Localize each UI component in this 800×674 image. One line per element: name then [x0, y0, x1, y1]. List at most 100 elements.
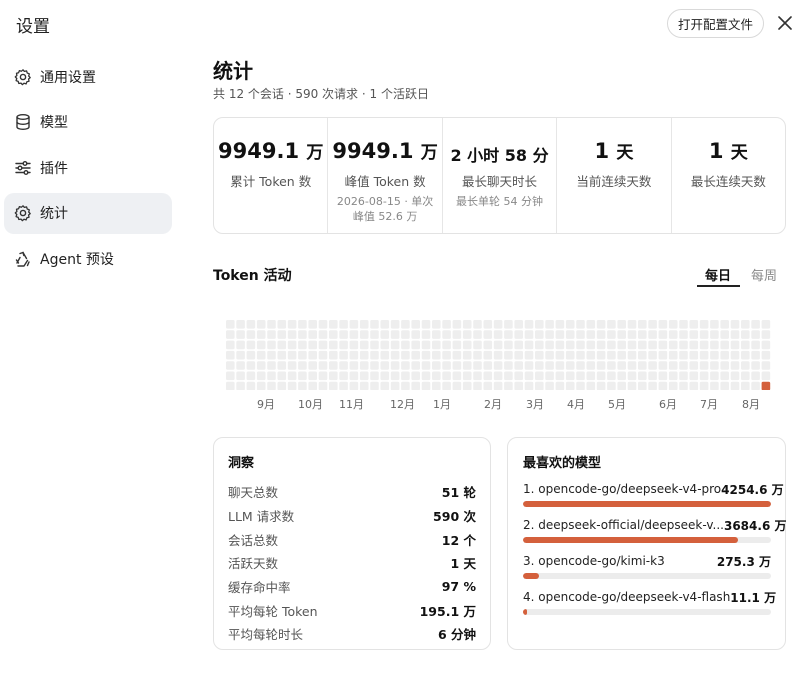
- heatmap-cell: [607, 340, 616, 350]
- heatmap-cell: [483, 381, 493, 390]
- heatmap-cell: [483, 320, 493, 329]
- heatmap-cell: [493, 330, 503, 339]
- tab-weekly[interactable]: 每周: [751, 265, 777, 284]
- heatmap-cell: [236, 371, 245, 381]
- heatmap-cell: [679, 340, 688, 350]
- heatmap-cell: [339, 361, 348, 370]
- heatmap-cell: [607, 371, 616, 381]
- stat-longest-streak: 1 天 最长连续天数: [672, 118, 785, 233]
- sidebar-item-agent-presets[interactable]: Agent 预设: [4, 238, 172, 279]
- heatmap-cell: [617, 371, 626, 381]
- heatmap-cell: [493, 371, 503, 381]
- insight-row: 聊天总数 51 轮: [228, 480, 476, 504]
- heatmap-cell: [679, 320, 688, 329]
- heatmap-cell: [432, 340, 441, 350]
- heatmap-cell: [524, 350, 534, 360]
- heatmap-cell: [246, 361, 256, 370]
- heatmap-cell: [493, 381, 503, 390]
- insight-value: 12 个: [441, 532, 476, 548]
- heatmap-cell: [349, 350, 359, 360]
- heatmap-cell: [349, 381, 359, 390]
- heatmap-cell: [411, 371, 420, 381]
- stat-unit: 天: [730, 143, 748, 163]
- heatmap-cell: [638, 320, 647, 329]
- heatmap-cell: [298, 340, 307, 350]
- heatmap-cell: [720, 340, 729, 350]
- heatmap-cell: [545, 330, 554, 339]
- heatmap-cell: [648, 330, 657, 339]
- heatmap-cell: [339, 371, 348, 381]
- stat-label: 累计 Token 数: [230, 174, 312, 189]
- heatmap-cell: [298, 320, 307, 329]
- heatmap-cell: [421, 361, 431, 370]
- heatmap-cell: [761, 320, 771, 329]
- heatmap-cell: [535, 361, 544, 370]
- heatmap-cell: [277, 320, 287, 329]
- heatmap-cell: [504, 371, 513, 381]
- heatmap-cell: [565, 340, 575, 350]
- heatmap-cell: [380, 381, 390, 390]
- model-row: 4. opencode-go/deepseek-v4-flash 11.1 万: [523, 588, 776, 615]
- stat-unit: 万: [420, 143, 438, 163]
- heatmap-cell: [658, 330, 668, 339]
- close-icon[interactable]: [775, 13, 795, 33]
- model-usage-bar: [523, 609, 771, 615]
- heatmap-cell: [226, 361, 235, 370]
- heatmap-cell: [565, 320, 575, 329]
- stat-label: 最长连续天数: [690, 174, 766, 189]
- sidebar-item-label: 统计: [40, 206, 68, 222]
- heatmap-cell: [720, 320, 729, 329]
- heatmap-cell: [339, 340, 348, 350]
- sidebar-item-models[interactable]: 模型: [4, 102, 172, 143]
- heatmap-cell: [730, 350, 740, 360]
- model-amount: 11.1 万: [730, 590, 777, 605]
- stat-label: 峰值 Token 数: [344, 174, 426, 189]
- insight-value: 195.1 万: [419, 603, 476, 619]
- heatmap-cell: [432, 330, 441, 339]
- sidebar-item-label: 插件: [40, 160, 68, 177]
- heatmap-cell: [329, 350, 338, 360]
- heatmap-cell: [638, 371, 647, 381]
- heatmap-cell: [256, 350, 266, 360]
- heatmap-cell: [576, 340, 585, 350]
- heatmap-cell: [483, 350, 493, 360]
- heatmap-cell: [318, 330, 328, 339]
- heatmap-cell: [329, 381, 338, 390]
- sidebar-item-statistics[interactable]: 统计: [4, 192, 172, 234]
- heatmap-cell: [555, 381, 565, 390]
- heatmap-cell: [298, 350, 307, 360]
- heatmap-cell: [329, 330, 338, 339]
- heatmap-cell: [349, 320, 359, 329]
- heatmap-cell: [473, 371, 482, 381]
- heatmap-cell: [524, 361, 534, 370]
- insight-row: 平均每轮 Token 195.1 万: [228, 598, 476, 622]
- heatmap-cell: [638, 340, 647, 350]
- heatmap-cell: [318, 361, 328, 370]
- stat-label: 当前连续天数: [576, 174, 652, 189]
- month-label: 10月: [298, 398, 323, 411]
- heatmap-cell: [226, 340, 235, 350]
- heatmap-cell: [287, 330, 297, 339]
- open-config-file-button[interactable]: 打开配置文件: [667, 9, 764, 38]
- sidebar-item-plugins[interactable]: 插件: [4, 147, 172, 188]
- heatmap-cell: [638, 381, 647, 390]
- heatmap-cell: [380, 361, 390, 370]
- sidebar-item-general[interactable]: 通用设置: [4, 56, 172, 97]
- heatmap-cell: [751, 350, 760, 360]
- heatmap-cell: [596, 371, 606, 381]
- month-label: 12月: [390, 398, 415, 411]
- heatmap-cell: [452, 350, 462, 360]
- heatmap-cell: [699, 381, 709, 390]
- heatmap-cell: [442, 330, 451, 339]
- heatmap-cell: [761, 340, 771, 350]
- heatmap-cell: [668, 330, 678, 339]
- heatmap-cell: [689, 330, 699, 339]
- insight-value: 51 轮: [441, 485, 476, 501]
- heatmap-cell: [689, 371, 699, 381]
- heatmap-cell: [555, 361, 565, 370]
- heatmap-cell: [442, 340, 451, 350]
- heatmap-cell: [514, 340, 523, 350]
- heatmap-cell: [545, 381, 554, 390]
- heatmap-cell: [504, 361, 513, 370]
- tab-daily[interactable]: 每日: [705, 265, 731, 284]
